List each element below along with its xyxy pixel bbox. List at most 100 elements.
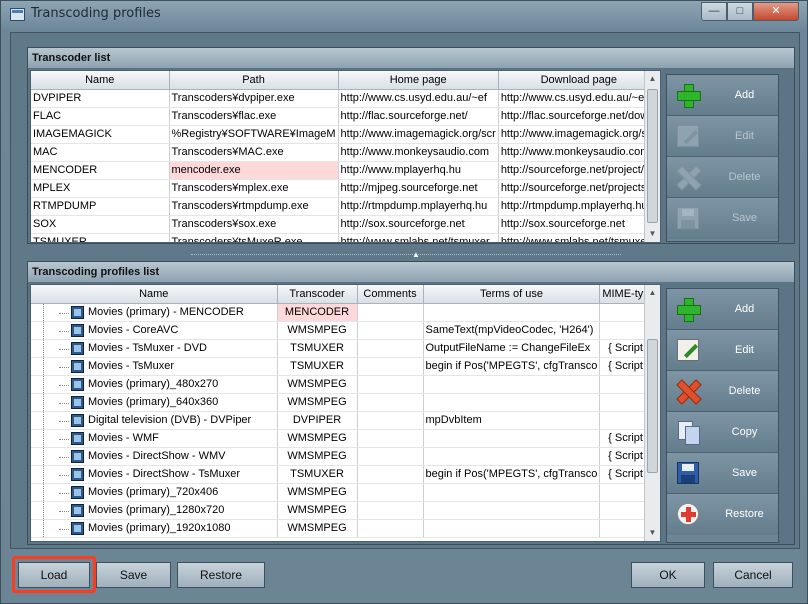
- table-row[interactable]: SOX Transcoders¥sox.exe http://sox.sourcef…: [31, 215, 660, 234]
- table-cell[interactable]: http://www.smlabs.net/tsmuxer: [338, 233, 499, 242]
- table-cell[interactable]: Transcoders¥mplex.exe: [169, 179, 339, 198]
- table-cell[interactable]: http://sourceforge.net/projects/: [498, 179, 660, 198]
- table-row[interactable]: Movies (primary)_1920x1080 WMSMPEG: [31, 519, 659, 538]
- table-cell[interactable]: http://sox.sourceforge.net: [498, 215, 660, 234]
- transcoder-add-button[interactable]: Add: [667, 75, 778, 116]
- table-cell[interactable]: [357, 447, 424, 466]
- table-cell[interactable]: mpDvbItem: [423, 411, 601, 430]
- table-cell[interactable]: WMSMPEG: [277, 393, 358, 412]
- table-cell[interactable]: Movies - WMF: [31, 429, 278, 448]
- table-cell[interactable]: WMSMPEG: [277, 483, 358, 502]
- table-row[interactable]: Digital television (DVB) - DVPiper DVPIPE…: [31, 411, 659, 430]
- table-row[interactable]: TSMUXER Transcoders¥tsMuxeR.exe http://www…: [31, 233, 660, 242]
- table-cell[interactable]: Movies (primary)_480x270: [31, 375, 278, 394]
- table-cell[interactable]: http://www.cs.usyd.edu.au/~ef: [338, 89, 499, 108]
- ok-button[interactable]: OK: [631, 562, 705, 588]
- scroll-up-arrow-icon[interactable]: ▲: [645, 285, 660, 301]
- table-cell[interactable]: Movies (primary)_720x406: [31, 483, 278, 502]
- table-cell[interactable]: begin if Pos('MPEGTS', cfgTransco: [423, 465, 601, 484]
- table-row[interactable]: MAC Transcoders¥MAC.exe http://www.monkeys…: [31, 143, 660, 162]
- table-cell[interactable]: DVPIPER: [277, 411, 358, 430]
- table-cell[interactable]: [423, 519, 601, 538]
- column-header[interactable]: Comments: [357, 285, 424, 304]
- minimize-button[interactable]: —: [701, 2, 727, 21]
- table-row[interactable]: Movies - TsMuxer TSMUXER begin if Pos('MPE…: [31, 357, 659, 376]
- table-row[interactable]: IMAGEMAGICK %Registry¥SOFTWARE¥ImageM http…: [31, 125, 660, 144]
- table-cell[interactable]: Movies (primary)_640x360: [31, 393, 278, 412]
- table-row[interactable]: Movies (primary)_720x406 WMSMPEG: [31, 483, 659, 502]
- table-cell[interactable]: WMSMPEG: [277, 429, 358, 448]
- table-cell[interactable]: Movies - TsMuxer: [31, 357, 278, 376]
- table-cell[interactable]: [357, 465, 424, 484]
- table-cell[interactable]: MENCODER: [31, 161, 170, 180]
- splitter-handle-icon[interactable]: ▲: [403, 250, 429, 259]
- table-cell[interactable]: Transcoders¥dvpiper.exe: [169, 89, 339, 108]
- table-row[interactable]: Movies (primary)_1280x720 WMSMPEG: [31, 501, 659, 520]
- table-cell[interactable]: TSMUXER: [277, 357, 358, 376]
- table-cell[interactable]: MAC: [31, 143, 170, 162]
- table-cell[interactable]: %Registry¥SOFTWARE¥ImageM: [169, 125, 339, 144]
- table-cell[interactable]: Movies (primary)_1920x1080: [31, 519, 278, 538]
- table-row[interactable]: MENCODER mencoder.exe http://www.mplayerhq…: [31, 161, 660, 180]
- table-row[interactable]: Movies (primary)_640x360 WMSMPEG: [31, 393, 659, 412]
- close-button[interactable]: ✕: [753, 2, 799, 21]
- profile-copy-button[interactable]: Copy: [667, 412, 778, 453]
- table-cell[interactable]: http://flac.sourceforge.net/dow: [498, 107, 660, 126]
- table-row[interactable]: DVPIPER Transcoders¥dvpiper.exe http://www…: [31, 89, 660, 108]
- profiles-grid[interactable]: Name Transcoder Comments Terms of use MIME-t…: [30, 284, 661, 542]
- table-cell[interactable]: Movies - DirectShow - WMV: [31, 447, 278, 466]
- table-cell[interactable]: http://www.monkeysaudio.com: [338, 143, 499, 162]
- table-cell[interactable]: http://www.cs.usyd.edu.au/~e: [498, 89, 660, 108]
- table-cell[interactable]: mencoder.exe: [169, 161, 339, 180]
- table-cell[interactable]: [357, 483, 424, 502]
- profiles-grid-scrollbar[interactable]: ▲ ▼: [644, 285, 660, 541]
- table-cell[interactable]: http://flac.sourceforge.net/: [338, 107, 499, 126]
- table-cell[interactable]: http://rtmpdump.mplayerhq.hu/: [498, 197, 660, 216]
- table-cell[interactable]: SameText(mpVideoCodec, 'H264'): [423, 321, 601, 340]
- table-cell[interactable]: WMSMPEG: [277, 375, 358, 394]
- table-cell[interactable]: http://rtmpdump.mplayerhq.hu: [338, 197, 499, 216]
- column-header[interactable]: Home page: [338, 71, 499, 90]
- table-cell[interactable]: WMSMPEG: [277, 501, 358, 520]
- table-cell[interactable]: [423, 501, 601, 520]
- table-cell[interactable]: Digital television (DVB) - DVPiper: [31, 411, 278, 430]
- table-cell[interactable]: Movies - CoreAVC: [31, 321, 278, 340]
- table-cell[interactable]: [357, 321, 424, 340]
- table-cell[interactable]: TSMUXER: [277, 465, 358, 484]
- table-row[interactable]: Movies - CoreAVC WMSMPEG SameText(mpVideoC…: [31, 321, 659, 340]
- scroll-thumb[interactable]: [647, 89, 658, 223]
- table-row[interactable]: Movies - TsMuxer - DVD TSMUXER OutputFileN…: [31, 339, 659, 358]
- profile-save-button[interactable]: Save: [667, 453, 778, 494]
- table-cell[interactable]: Transcoders¥MAC.exe: [169, 143, 339, 162]
- column-header[interactable]: Transcoder: [277, 285, 358, 304]
- transcoder-delete-button[interactable]: Delete: [667, 157, 778, 198]
- table-cell[interactable]: [357, 303, 424, 322]
- table-cell[interactable]: Transcoders¥tsMuxeR.exe: [169, 233, 339, 242]
- table-row[interactable]: Movies - WMF WMSMPEG{ Script }: [31, 429, 659, 448]
- table-row[interactable]: MPLEX Transcoders¥mplex.exe http://mjpeg.s…: [31, 179, 660, 198]
- table-cell[interactable]: MENCODER: [277, 303, 358, 322]
- transcoder-edit-button[interactable]: Edit: [667, 116, 778, 157]
- table-cell[interactable]: SOX: [31, 215, 170, 234]
- table-row[interactable]: RTMPDUMP Transcoders¥rtmpdump.exe http://r…: [31, 197, 660, 216]
- table-cell[interactable]: [357, 411, 424, 430]
- maximize-button[interactable]: □: [727, 2, 753, 21]
- scroll-thumb[interactable]: [647, 339, 658, 473]
- column-header[interactable]: Path: [169, 71, 339, 90]
- table-cell[interactable]: FLAC: [31, 107, 170, 126]
- transcoder-save-button[interactable]: Save: [667, 198, 778, 239]
- table-row[interactable]: Movies (primary)_480x270 WMSMPEG: [31, 375, 659, 394]
- profile-restore-button[interactable]: Restore: [667, 494, 778, 535]
- table-cell[interactable]: TSMUXER: [31, 233, 170, 242]
- table-cell[interactable]: DVPIPER: [31, 89, 170, 108]
- table-cell[interactable]: http://sourceforge.net/project/s: [498, 161, 660, 180]
- table-cell[interactable]: Transcoders¥flac.exe: [169, 107, 339, 126]
- table-cell[interactable]: [423, 303, 601, 322]
- table-cell[interactable]: [357, 519, 424, 538]
- table-cell[interactable]: WMSMPEG: [277, 519, 358, 538]
- table-cell[interactable]: IMAGEMAGICK: [31, 125, 170, 144]
- table-cell[interactable]: [423, 375, 601, 394]
- table-cell[interactable]: [423, 483, 601, 502]
- column-header[interactable]: Terms of use: [423, 285, 601, 304]
- column-header[interactable]: Name: [31, 285, 278, 304]
